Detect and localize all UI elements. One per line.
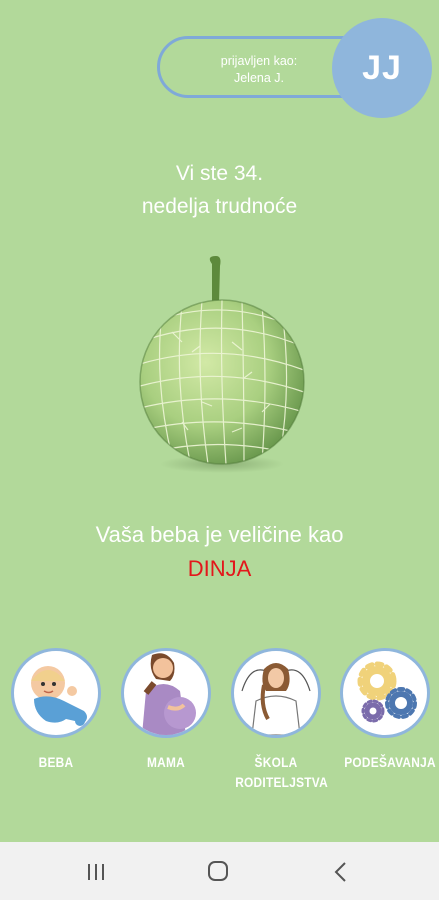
gears-icon xyxy=(340,648,430,738)
menu-skola-label-line-2: RODITELJSTVA xyxy=(235,774,328,790)
menu-skola-label-line-1: ŠKOLA xyxy=(254,754,298,770)
avatar[interactable]: JJ xyxy=(332,18,432,118)
pregnancy-week: Vi ste 34. nedelja trudnoće xyxy=(0,157,439,223)
menu-skola-roditeljstva-label: ŠKOLA RODITELJSTVA xyxy=(235,752,328,792)
menu-mama-label: MAMA xyxy=(146,754,186,770)
baby-size-text: Vaša beba je veličine kao xyxy=(95,522,344,547)
baby-size-info: Vaša beba je veličine kao DINJA xyxy=(0,518,439,586)
app-screen: prijavljen kao: Jelena J. JJ Vi ste 34. … xyxy=(0,0,439,842)
user-name: Jelena J. xyxy=(233,71,285,85)
menu-skola-roditeljstva[interactable]: ŠKOLA RODITELJSTVA xyxy=(228,648,328,792)
week-line-1: Vi ste 34. xyxy=(175,162,264,185)
melon-icon xyxy=(139,256,305,473)
back-icon[interactable] xyxy=(323,858,359,886)
recent-apps-icon[interactable] xyxy=(78,858,114,886)
logged-in-label: prijavljen kao: xyxy=(220,54,298,68)
baby-icon xyxy=(11,648,101,738)
main-menu: BEBA MAMA ŠKOLA RODITELJSTVA PODEŠAVANJA xyxy=(0,632,439,812)
system-navigation-bar xyxy=(0,842,439,900)
pregnant-woman-icon xyxy=(121,648,211,738)
menu-mama[interactable]: MAMA xyxy=(118,648,214,772)
stretching-woman-icon xyxy=(231,648,321,738)
home-icon[interactable] xyxy=(200,858,236,886)
menu-podesavanja[interactable]: PODEŠAVANJA xyxy=(337,648,436,772)
week-line-2: nedelja trudnoće xyxy=(141,195,298,218)
menu-podesavanja-label: PODEŠAVANJA xyxy=(344,754,436,770)
menu-beba-label: BEBA xyxy=(38,754,74,770)
menu-beba[interactable]: BEBA xyxy=(8,648,104,772)
baby-size-fruit: DINJA xyxy=(187,556,252,581)
user-info: prijavljen kao: Jelena J. xyxy=(194,53,324,87)
